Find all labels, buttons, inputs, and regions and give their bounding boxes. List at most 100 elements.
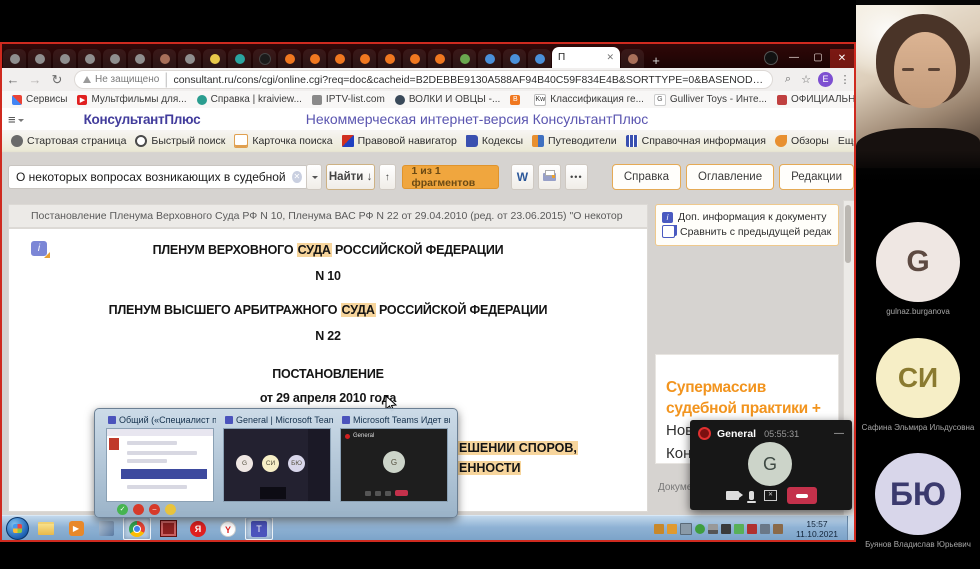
participant-tile[interactable]: БЮ Буянов Владислав Юрьевич — [856, 453, 980, 549]
browser-menu-icon[interactable]: ⋮ — [836, 73, 854, 86]
browser-tab[interactable] — [353, 49, 376, 68]
browser-tab[interactable] — [153, 49, 176, 68]
browser-tab[interactable] — [328, 49, 351, 68]
tray-flag-icon[interactable] — [773, 524, 783, 534]
taskbar-media-player-button[interactable]: ▶ — [63, 518, 89, 539]
tab-close-icon[interactable]: ✕ — [606, 52, 614, 63]
tray-volume-icon[interactable] — [760, 524, 770, 534]
window-preview[interactable]: Microsoft Teams Идет вызов C... General … — [340, 415, 450, 502]
browser-tab[interactable] — [53, 49, 76, 68]
hangup-button[interactable] — [787, 487, 817, 504]
taskbar-ybrowser-button[interactable]: Y — [215, 518, 241, 539]
toolbar-legal-navigator-button[interactable]: Правовой навигатор — [342, 135, 457, 147]
start-button[interactable] — [6, 517, 29, 540]
window-minimize-button[interactable]: — — [782, 52, 806, 68]
taskbar-teams-button[interactable]: T — [245, 517, 273, 540]
toolbar-reviews-button[interactable]: Обзоры — [775, 135, 829, 147]
bookmark-apps[interactable]: Сервисы — [12, 94, 67, 105]
browser-tab[interactable] — [303, 49, 326, 68]
export-word-button[interactable]: W — [511, 164, 534, 190]
recorder-stop-icon[interactable]: – — [149, 504, 160, 515]
taskbar-app-button[interactable] — [155, 518, 181, 539]
participant-tile[interactable]: G gulnaz.burganova — [856, 222, 980, 316]
taskbar-chrome-button[interactable] — [123, 517, 151, 540]
toolbar-codes-button[interactable]: Кодексы — [466, 135, 523, 147]
taskbar-yandex-button[interactable]: Я — [185, 518, 211, 539]
bookmark-item[interactable]: ВОЛКИ И ОВЦЫ -... — [395, 94, 500, 105]
call-minimize-button[interactable]: — — [834, 428, 844, 439]
window-maximize-button[interactable]: ▢ — [806, 52, 830, 68]
toolbar-quick-search-button[interactable]: Быстрый поиск — [135, 135, 225, 147]
preview-thumbnail[interactable] — [106, 428, 214, 502]
window-preview[interactable]: General | Microsoft Teams G СИ БЮ — [223, 415, 333, 502]
browser-tab[interactable] — [228, 49, 251, 68]
preview-thumbnail[interactable]: General G — [340, 428, 448, 502]
toolbar-reference-info-button[interactable]: Справочная информация — [626, 135, 766, 147]
back-button[interactable]: ← — [2, 72, 24, 87]
clear-search-icon[interactable]: ✕ — [292, 171, 302, 183]
browser-tab[interactable] — [103, 49, 126, 68]
taskbar-explorer-button[interactable] — [33, 518, 59, 539]
bookmark-item[interactable]: ▶Мультфильмы для... — [77, 94, 186, 105]
browser-tab[interactable] — [278, 49, 301, 68]
browser-tab[interactable] — [178, 49, 201, 68]
taskbar-clock[interactable]: 15:57 11.10.2021 — [789, 519, 845, 539]
browser-tab[interactable] — [621, 49, 644, 68]
bookmark-item[interactable]: ОФИЦИАЛЬНЫЙ... — [777, 94, 854, 105]
reload-button[interactable]: ↻ — [46, 72, 68, 88]
browser-tab[interactable] — [453, 49, 476, 68]
window-preview[interactable]: Общий («Специалист по рабо... — [106, 415, 216, 502]
tray-network-icon[interactable] — [708, 524, 718, 534]
browser-tab[interactable] — [428, 49, 451, 68]
toolbar-more-button[interactable]: Еще — [838, 135, 856, 147]
browser-tab[interactable] — [203, 49, 226, 68]
recorder-ok-icon[interactable]: ✓ — [117, 504, 128, 515]
tray-antivirus-icon[interactable] — [695, 524, 705, 534]
zoom-icon[interactable]: ⌕ — [779, 73, 797, 86]
editions-button[interactable]: Редакции — [779, 164, 854, 190]
browser-tab[interactable] — [528, 49, 551, 68]
browser-tab[interactable] — [28, 49, 51, 68]
bookmark-item[interactable]: IPTV-list.com — [312, 94, 385, 105]
toolbar-guides-button[interactable]: Путеводители — [532, 135, 617, 147]
url-bar[interactable]: Не защищено | consultant.ru/cons/cgi/onl… — [74, 70, 773, 89]
browser-tab[interactable] — [3, 49, 26, 68]
browser-tab[interactable] — [253, 49, 276, 68]
browser-tab[interactable] — [503, 49, 526, 68]
recorder-pause-icon[interactable] — [165, 504, 176, 515]
bookmark-item[interactable]: GGulliver Toys - Инте... — [654, 94, 767, 106]
scrollbar-thumb[interactable] — [845, 205, 851, 263]
bookmark-item[interactable]: KwКлассификация ге... — [534, 94, 644, 106]
bookmark-star-icon[interactable]: ☆ — [797, 73, 815, 86]
bookmark-item[interactable]: Справка | kraiview... — [197, 94, 302, 105]
profile-avatar[interactable]: E — [818, 72, 833, 87]
table-of-contents-button[interactable]: Оглавление — [686, 164, 774, 190]
compare-edition-link[interactable]: Сравнить с предыдущей редакцией — [662, 225, 832, 238]
share-stop-icon[interactable]: ✕ — [764, 490, 777, 501]
forward-button[interactable]: → — [24, 72, 46, 87]
new-tab-button[interactable]: + — [645, 53, 667, 68]
taskbar-app-button[interactable] — [93, 518, 119, 539]
browser-tab[interactable] — [403, 49, 426, 68]
mic-icon[interactable] — [749, 491, 754, 500]
toolbar-home-button[interactable]: Стартовая страница — [11, 135, 126, 147]
tray-app-icon[interactable] — [667, 524, 677, 534]
bookmark-item[interactable]: B — [510, 95, 524, 105]
find-previous-button[interactable]: ↑ — [379, 164, 396, 190]
browser-tab[interactable] — [128, 49, 151, 68]
more-actions-button[interactable]: ••• — [565, 164, 588, 190]
help-button[interactable]: Справка — [612, 164, 681, 190]
recorder-record-icon[interactable] — [133, 504, 144, 515]
toolbar-search-card-button[interactable]: Карточка поиска — [234, 134, 332, 148]
teams-mini-call-window[interactable]: General 05:55:31 — G ✕ — [690, 420, 852, 510]
preview-thumbnail[interactable]: G СИ БЮ — [223, 428, 331, 502]
consultant-logo[interactable]: КонсультантПлюс — [84, 112, 201, 127]
browser-tab[interactable] — [78, 49, 101, 68]
browser-extension-icon[interactable] — [764, 51, 778, 65]
camera-icon[interactable] — [726, 491, 739, 500]
search-history-dropdown[interactable] — [306, 164, 323, 190]
window-close-button[interactable]: ✕ — [830, 49, 854, 68]
hamburger-menu-icon[interactable]: ≡ — [8, 112, 16, 127]
tray-app-icon[interactable] — [747, 524, 757, 534]
additional-info-link[interactable]: iДоп. информация к документу — [662, 211, 832, 223]
